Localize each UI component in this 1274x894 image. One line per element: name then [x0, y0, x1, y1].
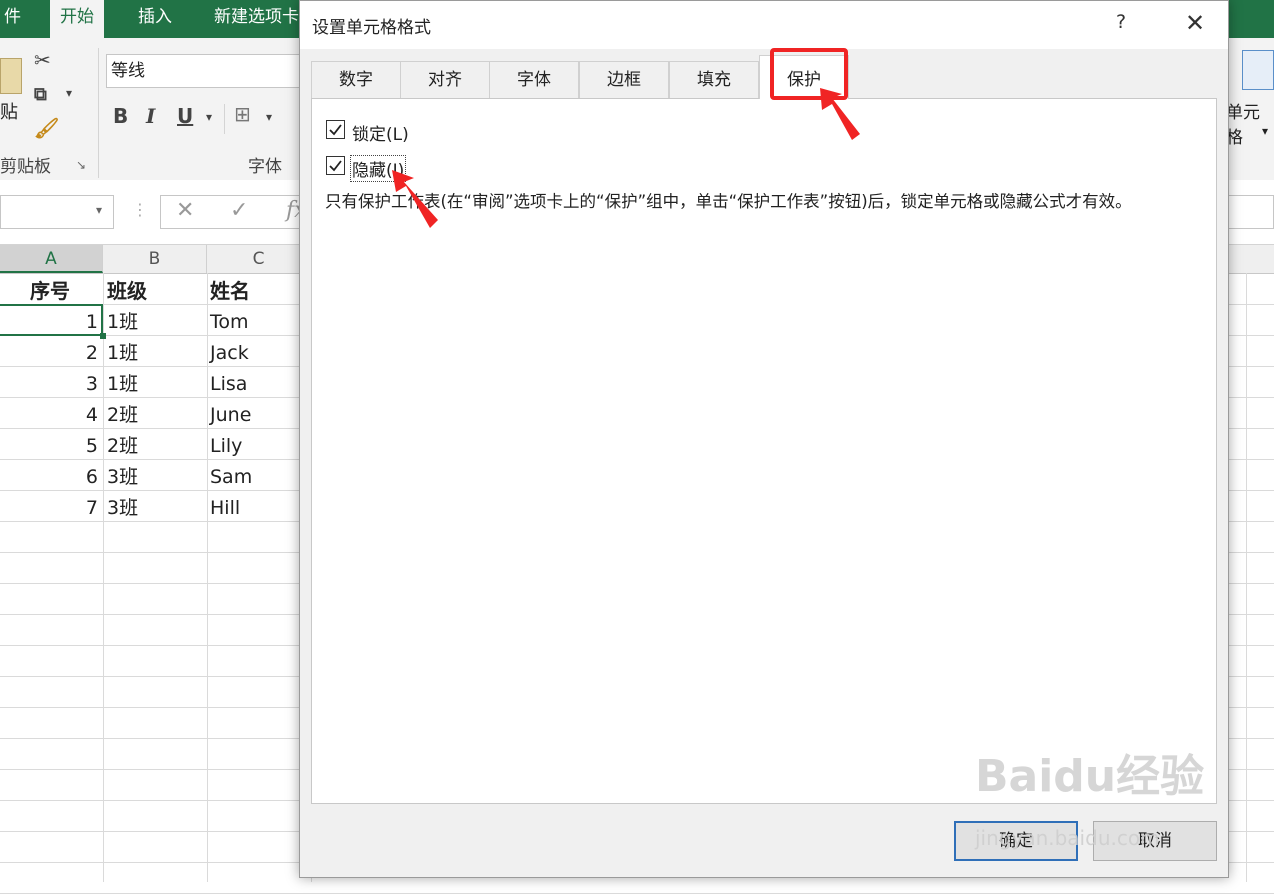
watermark-logo: Baidu经验	[975, 751, 1205, 802]
arrow-to-protection-tab	[820, 88, 860, 140]
watermark-url: jingyan.baidu.com	[975, 826, 1160, 850]
arrow-to-hidden-checkbox	[392, 170, 438, 228]
